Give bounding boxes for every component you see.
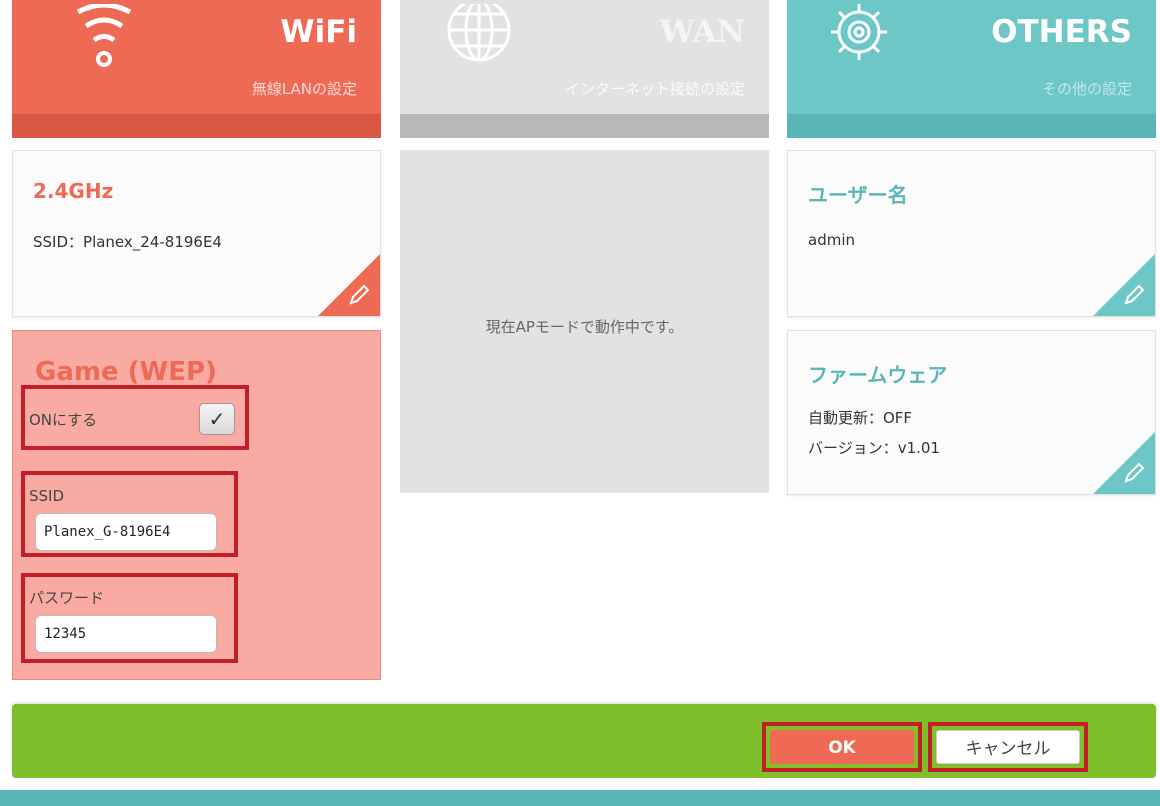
ap-mode-message: 現在APモードで動作中です。: [485, 318, 684, 336]
pencil-icon[interactable]: [347, 283, 371, 307]
firmware-title: ファームウェア: [808, 363, 948, 387]
pencil-icon[interactable]: [1122, 461, 1146, 485]
wifi-header[interactable]: WiFi 無線LANの設定: [12, 0, 381, 138]
ssid-field-group: SSID Planex_G-8196E4: [21, 471, 238, 557]
ok-button[interactable]: OK: [770, 730, 914, 764]
enable-row: ONにする ✓: [21, 385, 249, 450]
wan-status-panel: 現在APモードで動作中です。: [400, 150, 769, 493]
wifi-24ghz-card[interactable]: 2.4GHz SSID：Planex_24-8196E4: [12, 150, 381, 317]
wifi-icon: [76, 4, 132, 67]
game-wep-title: Game (WEP): [35, 357, 217, 387]
wifi-header-band: [12, 114, 381, 138]
globe-icon: [447, 4, 511, 62]
wan-header-band: [400, 114, 769, 138]
bottom-strip: [0, 790, 1160, 806]
others-header-band: [787, 114, 1156, 138]
password-label: パスワード: [29, 589, 105, 607]
password-input[interactable]: 12345: [35, 615, 217, 653]
gear-icon: [831, 4, 887, 60]
ok-button-frame: OK: [762, 722, 922, 772]
footer-bar: OK キャンセル: [12, 704, 1156, 778]
cancel-button-frame: キャンセル: [928, 722, 1088, 772]
wan-header[interactable]: WAN インターネット接続の設定: [400, 0, 769, 138]
enable-label: ONにする: [29, 411, 98, 429]
ssid-input[interactable]: Planex_G-8196E4: [35, 513, 217, 551]
wan-header-title: WAN: [659, 14, 745, 50]
enable-checkbox[interactable]: ✓: [199, 403, 235, 435]
username-value: admin: [808, 231, 855, 249]
wifi-header-subtitle: 無線LANの設定: [251, 80, 357, 98]
others-header-subtitle: その他の設定: [1041, 80, 1132, 98]
username-title: ユーザー名: [808, 183, 908, 207]
wifi-header-title: WiFi: [280, 14, 357, 50]
firmware-version: バージョン：v1.01: [808, 439, 940, 457]
others-header-title: OTHERS: [991, 14, 1132, 50]
pencil-icon[interactable]: [1122, 283, 1146, 307]
cancel-button[interactable]: キャンセル: [936, 730, 1080, 764]
firmware-card[interactable]: ファームウェア 自動更新：OFF バージョン：v1.01: [787, 330, 1156, 495]
ssid-label: SSID: [29, 487, 65, 505]
wan-header-subtitle: インターネット接続の設定: [564, 80, 745, 98]
wifi-24ghz-title: 2.4GHz: [33, 179, 114, 203]
firmware-auto-update: 自動更新：OFF: [808, 409, 913, 427]
game-wep-panel: Game (WEP) ONにする ✓ SSID Planex_G-8196E4 …: [12, 330, 381, 680]
username-card[interactable]: ユーザー名 admin: [787, 150, 1156, 317]
password-field-group: パスワード 12345: [21, 573, 238, 663]
others-header[interactable]: OTHERS その他の設定: [787, 0, 1156, 138]
wifi-24ghz-ssid: SSID：Planex_24-8196E4: [33, 233, 222, 251]
